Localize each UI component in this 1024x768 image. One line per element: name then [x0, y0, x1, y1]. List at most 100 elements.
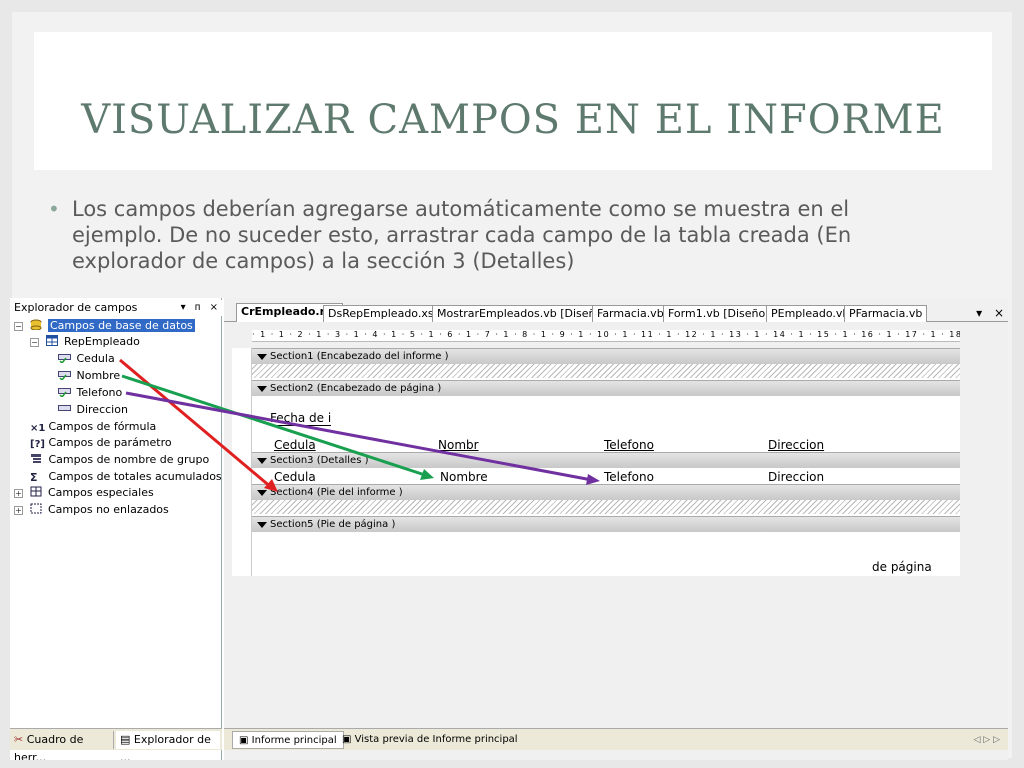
tab-toolbox[interactable]: ✂ Cuadro de herr... — [10, 731, 114, 760]
section-report-header-body — [252, 364, 960, 378]
explorer-bottom-tabs: ✂ Cuadro de herr... ▤ Explorador de ... — [10, 728, 222, 760]
detail-field-nombre[interactable]: Nombre — [440, 470, 488, 484]
detail-field-telefono[interactable]: Telefono — [604, 470, 654, 484]
tree-item-label: RepEmpleado — [64, 335, 140, 348]
ruler-marks: · 1 · 1 · 2 · 1 · 3 · 1 · 4 · 1 · 5 · 1 … — [252, 330, 960, 339]
header-field-cedula[interactable]: Cedula — [274, 438, 316, 452]
tree-item-group-name-fields[interactable]: Campos de nombre de grupo — [30, 452, 209, 468]
section-report-header[interactable]: Section1 (Encabezado del informe ) — [252, 348, 960, 364]
dropdown-icon[interactable]: ▾ — [181, 302, 186, 313]
tree-item-label: Campos de fórmula — [48, 420, 157, 433]
section-details[interactable]: Section3 (Detalles ) — [252, 452, 960, 468]
explorer-icon: ▤ — [120, 733, 131, 746]
tab-scroll-buttons[interactable]: ◁ ▷ ▷ — [974, 731, 1001, 749]
designer-bottom-tabs: ▣ Informe principal ▣ Vista previa de In… — [224, 728, 1008, 750]
field-icon — [58, 352, 71, 365]
detail-field-cedula[interactable]: Cedula — [274, 470, 316, 484]
tree-item-label: Direccion — [76, 403, 128, 416]
field-explorer-panel: Explorador de campos ▾ ᴨ × − Campos de b… — [10, 298, 222, 760]
dropdown-icon[interactable]: ▾ — [976, 306, 982, 320]
unbound-icon — [30, 503, 42, 514]
document-tabs: CrEmpleado.rpt DsRepEmpleado.xsd Mostrar… — [224, 302, 1008, 322]
section-report-footer-body — [252, 500, 960, 514]
toolbox-icon: ✂ — [14, 733, 24, 746]
report-icon: ▣ — [239, 735, 249, 746]
field-label: Telefono — [604, 470, 654, 484]
tree-item-label: Cedula — [76, 352, 115, 365]
field-label: Cedula — [274, 438, 316, 452]
section-report-footer[interactable]: Section4 (Pie del informe ) — [252, 484, 960, 500]
field-label: Telefono — [604, 438, 654, 452]
pin-icon[interactable]: ᴨ — [195, 302, 201, 313]
tree-item-formula-fields[interactable]: ×1 Campos de fórmula — [30, 419, 156, 435]
field-icon — [58, 403, 71, 413]
tree-item-label: Campos de parámetro — [48, 436, 172, 449]
field-label: Nombr — [438, 438, 479, 452]
special-icon — [30, 486, 42, 497]
tab-pfarmacia[interactable]: PFarmacia.vb — [844, 305, 928, 322]
close-icon[interactable]: × — [994, 306, 1004, 320]
header-field-nombre[interactable]: Nombr — [438, 438, 479, 452]
expand-icon[interactable]: + — [14, 489, 23, 498]
section-page-header[interactable]: Section2 (Encabezado de página ) — [252, 380, 960, 396]
tab-pempleado[interactable]: PEmpleado.vb — [766, 305, 855, 322]
tree-item-parameter-fields[interactable]: [?] Campos de parámetro — [30, 435, 172, 451]
field-icon — [58, 369, 71, 382]
field-label: Fecha de i — [270, 411, 332, 426]
panel-controls: ▾ ᴨ × — [175, 300, 218, 316]
collapse-icon[interactable]: − — [14, 322, 23, 331]
tab-label: Informe principal — [251, 735, 337, 746]
group-icon — [30, 453, 42, 463]
tab-main-report-preview[interactable]: ▣ Vista previa de Informe principal — [336, 731, 524, 749]
vertical-ruler — [232, 348, 252, 576]
tree-item-label: Campos de base de datos — [48, 319, 195, 332]
tab-form1[interactable]: Form1.vb [Diseño] — [663, 305, 775, 322]
tab-ds-rep-empleado[interactable]: DsRepEmpleado.xsd — [323, 305, 446, 322]
header-field-telefono[interactable]: Telefono — [604, 438, 654, 452]
header-field-direccion[interactable]: Direccion — [768, 438, 824, 452]
ide-screenshot: Explorador de campos ▾ ᴨ × − Campos de b… — [10, 298, 1008, 760]
preview-icon: ▣ — [342, 734, 352, 745]
field-explorer-title: Explorador de campos — [14, 301, 138, 314]
tree-item-database-fields[interactable]: − Campos de base de datos — [14, 318, 195, 334]
tree-item-label: Campos especiales — [48, 486, 154, 499]
section-page-footer[interactable]: Section5 (Pie de página ) — [252, 516, 960, 532]
tree-item-label: Campos de totales acumulados — [48, 470, 222, 483]
close-icon[interactable]: × — [210, 302, 218, 313]
tree-item-field-cedula[interactable]: Cedula — [58, 351, 115, 367]
tab-label: Explorador de ... — [120, 733, 211, 760]
tree-item-label: Nombre — [76, 369, 121, 382]
document-controls: ▾ × — [968, 306, 1004, 320]
field-label: de página — [872, 560, 932, 574]
tree-item-unbound-fields[interactable]: + Campos no enlazados — [14, 502, 169, 518]
field-label: Cedula — [274, 470, 316, 484]
tab-farmacia[interactable]: Farmacia.vb — [592, 305, 669, 322]
detail-field-direccion[interactable]: Direccion — [768, 470, 824, 484]
tree-item-field-direccion[interactable]: Direccion — [58, 402, 128, 418]
tree-item-label: Campos no enlazados — [48, 503, 169, 516]
field-icon — [58, 386, 71, 399]
field-label: Direccion — [768, 438, 825, 452]
parameter-icon: [?] — [30, 439, 45, 450]
bullet-text: Los campos deberían agregarse automática… — [72, 197, 852, 273]
tree-item-field-nombre[interactable]: Nombre — [58, 368, 120, 384]
tab-main-report[interactable]: ▣ Informe principal — [232, 731, 344, 749]
table-icon — [45, 335, 58, 346]
field-label: Nombre — [440, 470, 488, 484]
tab-field-explorer[interactable]: ▤ Explorador de ... — [116, 731, 220, 760]
slide-title: VISUALIZAR CAMPOS EN EL INFORME — [81, 97, 945, 143]
field-page-number[interactable]: de página — [872, 560, 932, 574]
collapse-icon[interactable]: − — [30, 338, 39, 347]
tab-label: Cuadro de herr... — [14, 733, 84, 760]
report-designer: CrEmpleado.rpt DsRepEmpleado.xsd Mostrar… — [224, 298, 1008, 760]
tab-mostrar-empleados[interactable]: MostrarEmpleados.vb [Diseño] — [432, 305, 612, 322]
tree-item-field-telefono[interactable]: Telefono — [58, 385, 122, 401]
report-design-surface: Section1 (Encabezado del informe ) Secti… — [252, 348, 960, 576]
tree-item-special-fields[interactable]: + Campos especiales — [14, 485, 154, 501]
field-print-date[interactable]: Fecha de i — [270, 411, 332, 426]
bullet-dot: • — [48, 197, 60, 221]
tree-item-repempleado[interactable]: − RepEmpleado — [30, 334, 140, 350]
expand-icon[interactable]: + — [14, 506, 23, 515]
bullet-text-block: • Los campos deberían agregarse automáti… — [48, 196, 902, 274]
tree-item-running-total-fields[interactable]: Σ Campos de totales acumulados — [30, 469, 222, 485]
